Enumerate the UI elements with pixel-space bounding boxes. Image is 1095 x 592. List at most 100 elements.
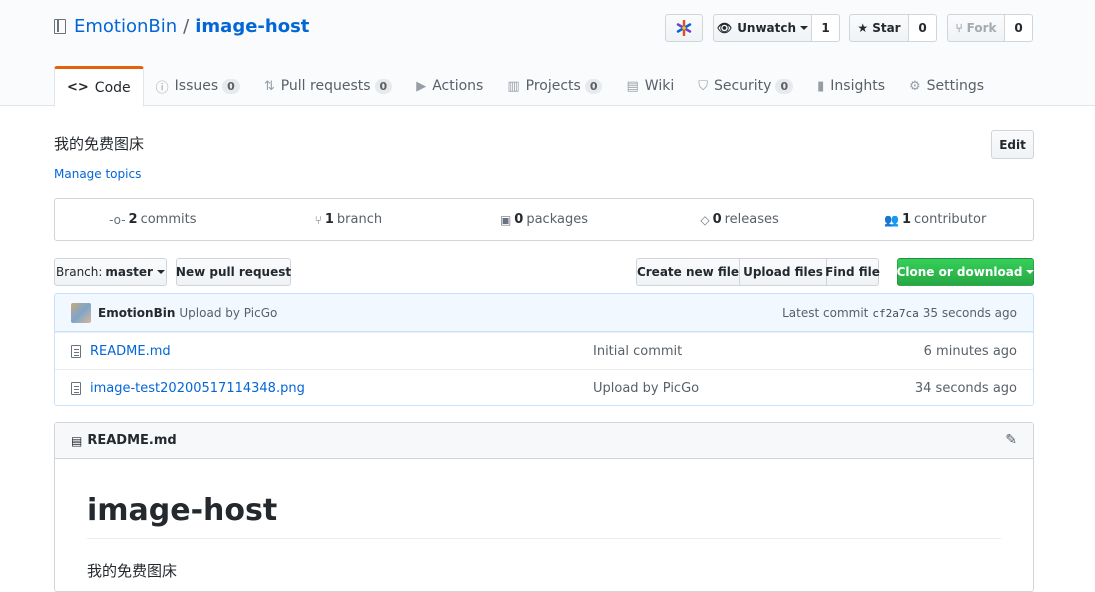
branch-label: branch [336,212,383,227]
tab-issues[interactable]: ⓘ Issues 0 [144,66,252,106]
commit-sha-link[interactable]: cf2a7ca [872,307,918,320]
file-commit-message[interactable]: Initial commit [593,344,682,359]
repo-owner-link[interactable]: EmotionBin [74,16,177,37]
commits-label: commits [140,212,197,227]
readme-panel: ▤ README.md ✎ image-host 我的免费图床 [54,422,1034,592]
issue-icon: ⓘ [155,80,169,96]
gear-icon: ⚙ [909,78,921,94]
repo-name-link[interactable]: image-host [195,16,309,37]
file-actions-group: Create new file Upload files Find file [636,258,880,286]
file-name-link[interactable]: image-test20200517114348.png [90,381,305,396]
tab-actions-label: Actions [432,78,484,94]
project-icon: ▥ [507,78,520,94]
clone-download-button[interactable]: Clone or download [897,258,1035,286]
tab-security[interactable]: ⛉ Security 0 [686,66,805,106]
tab-pull-requests-label: Pull requests [280,78,371,94]
branch-prefix: Branch: [56,265,103,279]
watch-count[interactable]: 1 [812,14,840,42]
star-count[interactable]: 0 [909,14,937,42]
tab-insights[interactable]: ▮ Insights [805,66,897,106]
star-group: ★ Star 0 [849,14,937,42]
readme-header: ▤ README.md ✎ [55,423,1033,459]
tab-security-label: Security [713,78,772,94]
packages-count: 0 [514,212,524,227]
watch-group: 👁 Unwatch 1 [713,14,840,42]
new-pull-request-button[interactable]: New pull request [176,258,291,286]
create-new-file-button[interactable]: Create new file [636,258,739,286]
packages-link[interactable]: ▣ 0 packages [446,199,642,240]
readme-body: 我的免费图床 [87,562,178,580]
tab-settings[interactable]: ⚙ Settings [897,66,996,106]
branch-name: master [105,265,153,279]
pencil-icon[interactable]: ✎ [1005,432,1017,448]
issues-counter: 0 [222,78,240,94]
app-button[interactable] [665,14,703,42]
releases-count: 0 [712,212,722,227]
book-icon: ▤ [71,433,83,448]
tab-actions[interactable]: ▶ Actions [404,66,495,106]
file-list: EmotionBin Upload by PicGo Latest commit… [54,293,1034,406]
projects-counter: 0 [584,78,603,94]
latest-commit-prefix: Latest commit [782,306,869,320]
repo-nav-tabs: <> Code ⓘ Issues 0 ⇅ Pull requests 0 ▶ A… [54,66,996,107]
unwatch-label: Unwatch [737,21,797,35]
contributors-count: 1 [901,212,912,227]
chevron-down-icon [1026,270,1035,274]
file-icon [71,381,81,395]
tab-code-label: Code [94,79,131,96]
repo-separator: / [183,16,190,37]
file-commit-message[interactable]: Upload by PicGo [593,381,699,396]
tab-settings-label: Settings [926,78,985,94]
app-button-group [665,14,703,42]
avatar[interactable] [71,302,91,323]
releases-link[interactable]: ◇ 0 releases [642,199,838,240]
commit-author-link[interactable]: EmotionBin [98,306,175,320]
chevron-down-icon [800,26,809,30]
branch-icon: ⑂ [314,212,322,227]
file-name-link[interactable]: README.md [90,344,171,359]
fork-button[interactable]: ⑂ Fork [947,14,1005,42]
star-label: Star [872,21,901,35]
chevron-down-icon [156,270,165,274]
fork-count[interactable]: 0 [1005,14,1033,42]
play-icon: ▶ [416,78,427,94]
upload-files-button[interactable]: Upload files [739,258,826,286]
star-button[interactable]: ★ Star [849,14,909,42]
code-icon: <> [67,80,89,95]
package-icon: ▣ [499,212,512,227]
readme-title: README.md [87,433,177,448]
branch-link[interactable]: ⑂ 1 branch [251,199,447,240]
tag-icon: ◇ [700,212,710,227]
commit-message[interactable]: Upload by PicGo [179,306,277,320]
people-icon: 👥 [884,212,899,227]
file-age: 6 minutes ago [923,343,1017,359]
manage-topics-link[interactable]: Manage topics [54,167,141,181]
packages-label: packages [526,212,588,227]
contributors-label: contributor [914,212,987,227]
branch-select-button[interactable]: Branch: master [54,258,167,286]
tab-projects[interactable]: ▥ Projects 0 [495,66,614,106]
tab-insights-label: Insights [830,78,886,94]
security-counter: 0 [775,78,794,94]
latest-commit-bar: EmotionBin Upload by PicGo Latest commit… [55,294,1033,332]
star-icon: ★ [857,21,869,35]
fork-label: Fork [966,21,997,35]
book-icon: ▤ [626,78,639,94]
edit-description-button[interactable]: Edit [991,130,1034,159]
repo-title: EmotionBin / image-host [54,16,309,37]
latest-commit-info: Latest commit cf2a7ca 35 seconds ago [782,294,1017,332]
contributors-link[interactable]: 👥 1 contributor [837,199,1033,240]
repo-icon [54,19,66,34]
eye-icon: 👁 [716,21,733,35]
tab-wiki[interactable]: ▤ Wiki [614,66,686,106]
commit-icon: -o- [109,212,126,227]
tab-pull-requests[interactable]: ⇅ Pull requests 0 [252,66,404,106]
commits-link[interactable]: -o- 2 commits [55,199,251,240]
tab-code[interactable]: <> Code [54,66,144,107]
shield-icon: ⛉ [698,78,708,94]
find-file-button[interactable]: Find file [825,258,880,286]
table-row: image-test20200517114348.png Upload by P… [55,369,1033,405]
unwatch-button[interactable]: 👁 Unwatch [713,14,812,42]
file-icon [71,344,81,358]
pull-requests-counter: 0 [374,78,393,94]
